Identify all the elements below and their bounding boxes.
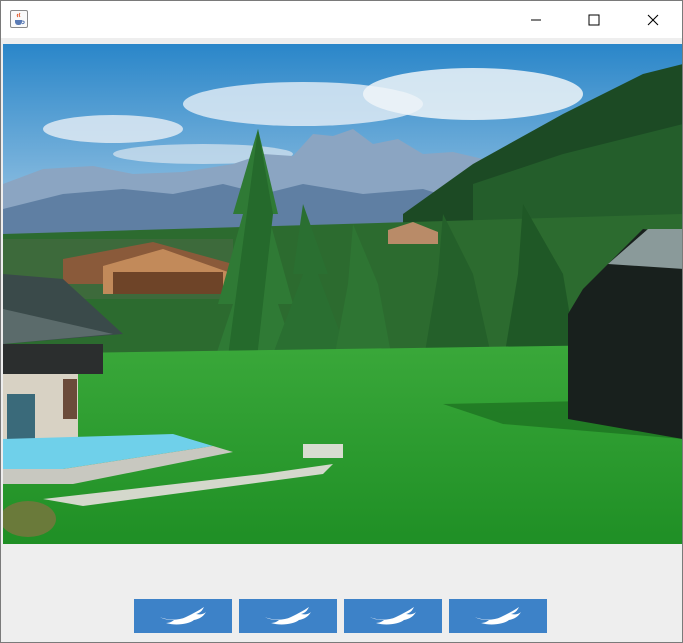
app-window xyxy=(0,0,683,643)
close-icon xyxy=(647,14,659,25)
twitter-bird-icon xyxy=(370,607,416,625)
twitter-button-3[interactable] xyxy=(344,599,442,633)
landscape-photo xyxy=(3,44,682,544)
title-bar[interactable] xyxy=(1,1,682,38)
twitter-button-2[interactable] xyxy=(239,599,337,633)
twitter-bird-icon xyxy=(475,607,521,625)
content-panel xyxy=(1,38,682,642)
close-button[interactable] xyxy=(624,1,682,38)
twitter-button-1[interactable] xyxy=(134,599,232,633)
maximize-button[interactable] xyxy=(565,1,623,38)
twitter-bird-icon xyxy=(160,607,206,625)
minimize-icon xyxy=(531,19,541,20)
maximize-icon xyxy=(588,14,600,25)
twitter-button-4[interactable] xyxy=(449,599,547,633)
java-coffee-cup-icon[interactable] xyxy=(10,10,28,28)
twitter-bird-icon xyxy=(265,607,311,625)
minimize-button[interactable] xyxy=(507,1,565,38)
